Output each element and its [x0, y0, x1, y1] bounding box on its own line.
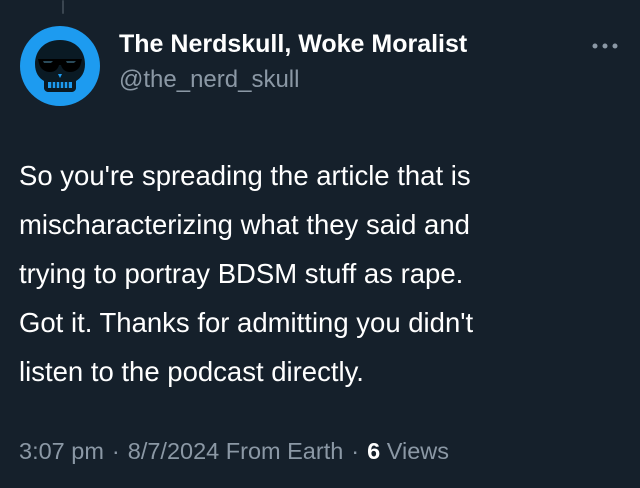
- tweet-text-line: Got it. Thanks for admitting you didn't: [19, 307, 474, 338]
- tweet-text-line: So you're spreading the article that is: [19, 160, 471, 191]
- meta-separator: ·: [111, 438, 120, 464]
- more-horizontal-icon[interactable]: [590, 36, 620, 56]
- tweet-text-line: mischaracterizing what they said and: [19, 209, 470, 240]
- tweet-text-line: listen to the podcast directly.: [19, 356, 364, 387]
- meta-separator: ·: [351, 438, 360, 464]
- more-dots-glyph: [592, 43, 618, 49]
- skull-with-sunglasses-icon: [20, 26, 100, 106]
- tweet-text-line: trying to portray BDSM stuff as rape.: [19, 258, 464, 289]
- thread-connector-line: [62, 0, 64, 14]
- author-display-name[interactable]: The Nerdskull, Woke Moralist: [119, 30, 467, 59]
- avatar[interactable]: [20, 26, 100, 106]
- tweet-metadata: 3:07 pm · 8/7/2024 From Earth · 6 Views: [19, 438, 449, 465]
- tweet-time[interactable]: 3:07 pm: [19, 438, 104, 464]
- views-label[interactable]: Views: [387, 438, 449, 464]
- author-handle[interactable]: @the_nerd_skull: [119, 66, 299, 94]
- tweet-source: From Earth: [225, 438, 344, 464]
- tweet-date[interactable]: 8/7/2024: [128, 438, 219, 464]
- views-count[interactable]: 6: [367, 438, 380, 464]
- tweet-text: So you're spreading the article that is …: [19, 151, 619, 396]
